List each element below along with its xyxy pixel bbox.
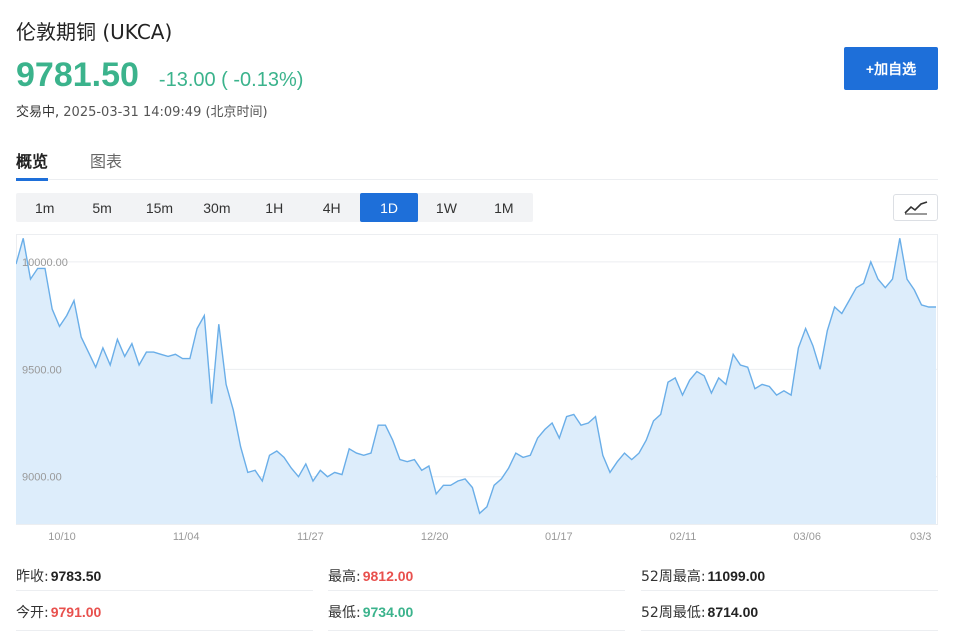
chart-type-toggle[interactable] [893, 194, 938, 221]
period-1m[interactable]: 1m [16, 193, 73, 222]
x-tick-label: 11/04 [173, 531, 200, 543]
period-1mo[interactable]: 1M [475, 193, 532, 222]
stat-open: 今开: 9791.00 [16, 602, 101, 622]
period-1d[interactable]: 1D [360, 193, 418, 222]
divider [641, 630, 938, 631]
stat-value: 9783.50 [50, 568, 102, 584]
view-tabs: 概览 图表 [16, 144, 938, 181]
tab-overview[interactable]: 概览 [16, 144, 49, 181]
stat-label: 今开: [16, 605, 49, 621]
stat-label: 昨收: [16, 569, 49, 585]
x-tick-label: 02/11 [670, 531, 697, 543]
stat-value: 11099.00 [707, 568, 766, 584]
stat-high: 最高: 9812.00 [328, 566, 413, 586]
last-price: 9781.50 [16, 56, 139, 94]
period-15m[interactable]: 15m [131, 193, 188, 222]
stat-label: 52周最高: [641, 569, 706, 585]
period-1h[interactable]: 1H [246, 193, 303, 222]
period-30m[interactable]: 30m [188, 193, 245, 222]
instrument-title: 伦敦期铜 (UKCA) [16, 20, 173, 44]
divider [16, 630, 313, 631]
price-row: 9781.50 -13.00 ( -0.13%) [16, 56, 303, 95]
status-label: 交易中, [16, 105, 60, 120]
period-1w[interactable]: 1W [418, 193, 475, 222]
price-area [16, 238, 936, 525]
stat-value: 9734.00 [362, 604, 414, 620]
stat-value: 9791.00 [50, 604, 102, 620]
y-tick-label: 9000.00 [22, 472, 62, 484]
stat-value: 8714.00 [707, 604, 759, 620]
period-5m[interactable]: 5m [73, 193, 130, 222]
add-watchlist-button[interactable]: +加自选 [844, 47, 938, 90]
divider [328, 630, 625, 631]
y-tick-label: 9500.00 [22, 364, 62, 376]
status-timestamp: 2025-03-31 14:09:49 (北京时间) [63, 105, 268, 120]
line-chart-icon [903, 200, 927, 214]
x-tick-label: 12/20 [421, 531, 449, 543]
period-4h[interactable]: 4H [303, 193, 360, 222]
stat-52w-high: 52周最高: 11099.00 [641, 566, 765, 586]
x-tick-label: 03/06 [793, 531, 821, 543]
divider [641, 590, 938, 591]
stat-prev-close: 昨收: 9783.50 [16, 566, 101, 586]
trading-status: 交易中, 2025-03-31 14:09:49 (北京时间) [16, 101, 268, 120]
stat-label: 52周最低: [641, 605, 706, 621]
stat-value: 9812.00 [362, 568, 414, 584]
stat-label: 最高: [328, 569, 361, 585]
x-tick-label: 01/17 [545, 531, 573, 543]
x-tick-label: 11/27 [297, 531, 324, 543]
stat-low: 最低: 9734.00 [328, 602, 413, 622]
tab-chart[interactable]: 图表 [90, 144, 122, 180]
price-chart-svg: 10000.00 9500.00 9000.00 10/10 11/04 11/27 12… [16, 234, 938, 543]
price-chart[interactable]: 10000.00 9500.00 9000.00 10/10 11/04 11/27 12… [16, 234, 938, 550]
stat-52w-low: 52周最低: 8714.00 [641, 602, 758, 622]
divider [328, 590, 625, 591]
divider [16, 590, 313, 591]
price-change: -13.00 ( -0.13%) [158, 69, 304, 91]
period-selector: 1m 5m 15m 30m 1H 4H 1D 1W 1M [16, 193, 533, 222]
x-tick-label: 03/3 [910, 531, 931, 543]
y-tick-label: 10000.00 [22, 257, 68, 269]
stat-label: 最低: [328, 605, 361, 621]
x-tick-label: 10/10 [48, 531, 76, 543]
